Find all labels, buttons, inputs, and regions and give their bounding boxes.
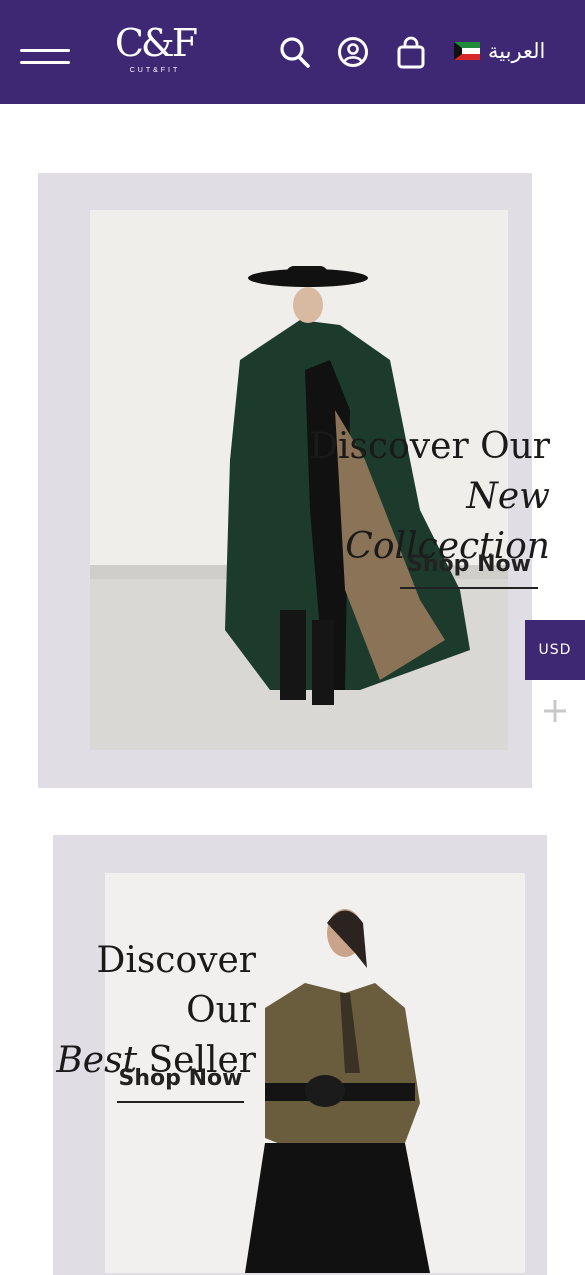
shop-now-link[interactable]: Shop Now bbox=[117, 1066, 244, 1103]
heading-line1: Discover Our bbox=[96, 940, 256, 1031]
shopping-bag-icon[interactable] bbox=[394, 34, 428, 70]
language-label: العربية bbox=[488, 40, 546, 63]
shop-now-link[interactable]: Shop Now bbox=[400, 552, 538, 589]
language-switcher[interactable]: العربية bbox=[452, 34, 562, 70]
heading-accent: New bbox=[466, 476, 550, 517]
logo-mark: C&F bbox=[114, 21, 198, 65]
currency-switcher[interactable]: USD bbox=[525, 620, 585, 680]
search-icon[interactable] bbox=[278, 34, 312, 70]
heading-line1: Discover Our bbox=[309, 426, 550, 467]
menu-icon[interactable] bbox=[20, 40, 70, 64]
banner-heading-best-seller: Discover Our Best Seller bbox=[20, 936, 256, 1086]
plus-icon[interactable] bbox=[540, 696, 570, 726]
logo-tagline: CUT&FIT bbox=[129, 67, 181, 74]
logo[interactable]: C&F CUT&FIT bbox=[112, 20, 198, 82]
banner-heading-new-collection: Discover Our New Collcection bbox=[280, 422, 550, 572]
site-header: C&F CUT&FIT العربية bbox=[0, 0, 585, 104]
account-icon[interactable] bbox=[336, 34, 370, 70]
kuwait-flag-icon bbox=[454, 42, 480, 60]
